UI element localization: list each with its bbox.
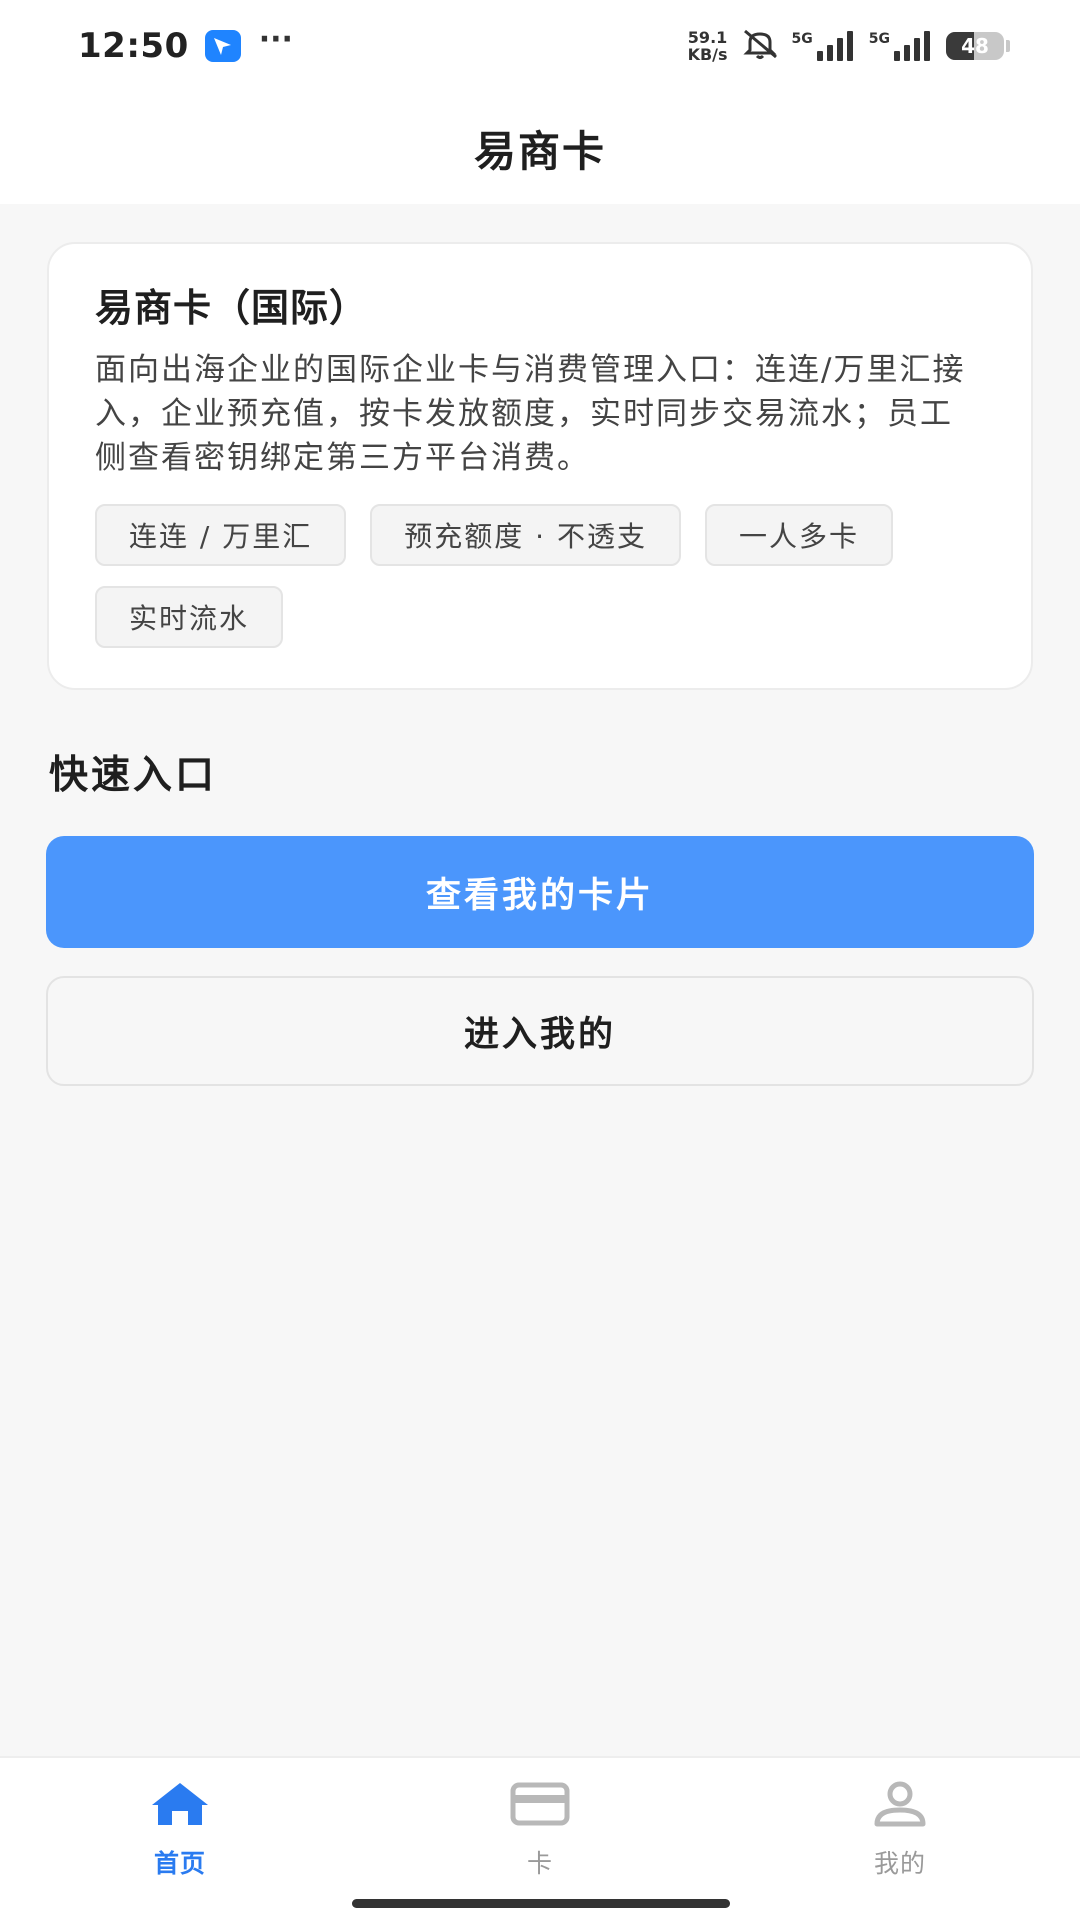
status-bar: 12:50 ··· 59.1 KB/s 5G 5G 48: [0, 0, 1080, 92]
feature-tag: 预充额度 · 不透支: [370, 504, 681, 566]
status-time: 12:50: [78, 26, 189, 66]
sim2-signal: 5G: [869, 31, 934, 61]
intro-card: 易商卡（国际） 面向出海企业的国际企业卡与消费管理入口：连连/万里汇接入，企业预…: [47, 242, 1033, 690]
user-icon: [868, 1778, 932, 1830]
section-title-quick-entry: 快速入口: [49, 753, 218, 798]
feature-tag: 一人多卡: [704, 504, 893, 566]
page-title: 易商卡: [473, 126, 606, 176]
home-indicator[interactable]: [352, 1899, 730, 1908]
sim1-network-label: 5G: [791, 31, 813, 47]
signal-bars-icon: [816, 31, 853, 61]
tab-me-label: 我的: [873, 1849, 926, 1878]
card-title: 易商卡（国际）: [95, 286, 369, 330]
feature-tags: 连连 / 万里汇 预充额度 · 不透支 一人多卡 实时流水: [95, 504, 985, 648]
enter-my-page-button[interactable]: 进入我的: [46, 976, 1034, 1086]
sim2-network-label: 5G: [868, 31, 890, 47]
battery-cap: [1006, 40, 1010, 52]
battery-icon: 48: [946, 32, 1004, 60]
tab-card-label: 卡: [526, 1849, 553, 1878]
feature-tag: 连连 / 万里汇: [95, 504, 347, 566]
app-notification-icon: [204, 30, 241, 62]
home-icon: [148, 1778, 212, 1830]
network-speed-value: 59.1: [687, 28, 728, 47]
feature-tag: 实时流水: [95, 586, 284, 648]
bottom-nav: 首页 卡 我的: [0, 1756, 1080, 1920]
sim1-signal: 5G: [792, 31, 857, 61]
tab-me[interactable]: 我的: [800, 1778, 1000, 1880]
ellipsis-icon: ···: [258, 22, 293, 57]
status-indicators: 59.1 KB/s 5G 5G 48: [688, 28, 1010, 64]
bell-off-icon: [740, 28, 780, 64]
tab-card[interactable]: 卡: [440, 1778, 640, 1880]
card-description: 面向出海企业的国际企业卡与消费管理入口：连连/万里汇接入，企业预充值，按卡发放额…: [95, 352, 966, 476]
app-screen: 12:50 ··· 59.1 KB/s 5G 5G 48 易商卡 易商卡（国际）…: [0, 0, 1080, 1920]
battery-level: 48: [961, 34, 989, 58]
card-icon: [508, 1778, 572, 1830]
app-header: 易商卡: [0, 92, 1080, 204]
tab-home-label: 首页: [153, 1849, 206, 1878]
tab-home[interactable]: 首页: [80, 1778, 280, 1880]
view-my-cards-button[interactable]: 查看我的卡片: [46, 836, 1034, 948]
network-speed: 59.1 KB/s: [688, 29, 728, 63]
signal-bars-icon: [894, 31, 930, 61]
network-speed-unit: KB/s: [687, 45, 728, 64]
